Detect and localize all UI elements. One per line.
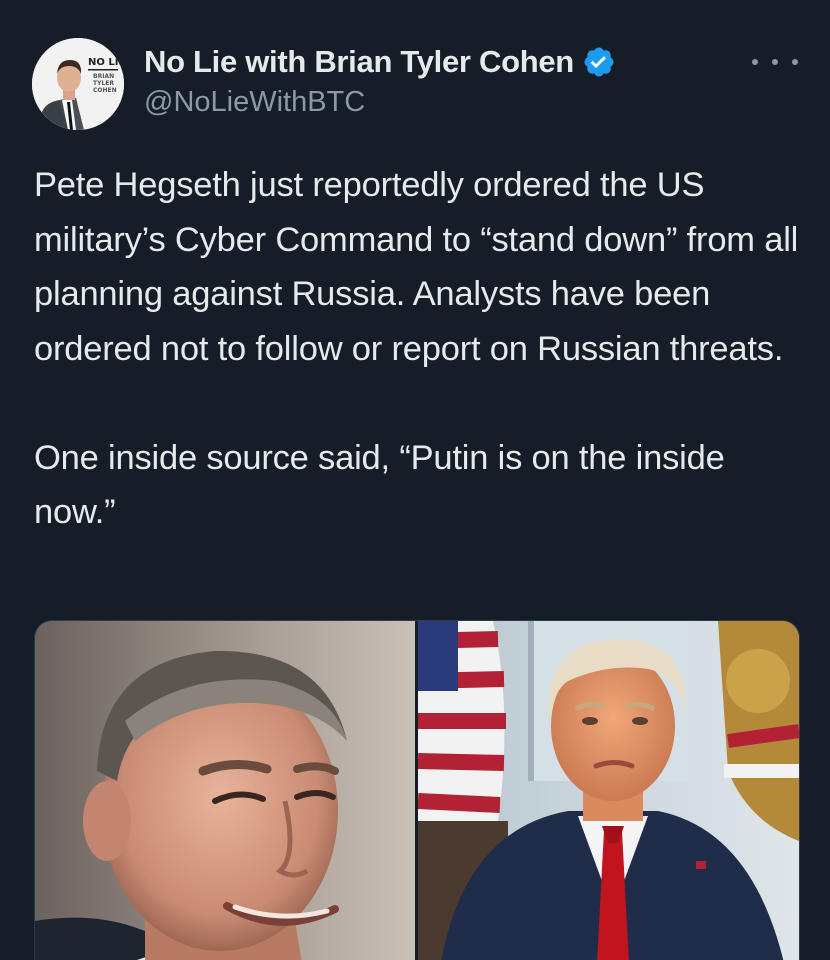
author-display-name[interactable]: No Lie with Brian Tyler Cohen	[144, 44, 574, 80]
tweet-paragraph: Pete Hegseth just reportedly ordered the…	[34, 166, 799, 368]
author-handle[interactable]: @NoLieWithBTC	[144, 86, 365, 119]
right-photo[interactable]	[418, 621, 799, 960]
more-dot	[752, 59, 758, 65]
left-photo[interactable]	[35, 621, 415, 960]
avatar-badge-line2: BRIAN	[93, 73, 114, 80]
author-name-row: No Lie with Brian Tyler Cohen	[144, 40, 616, 84]
avatar-image: NO LIE BRIAN TYLER COHEN	[32, 38, 124, 130]
avatar-badge-line3: TYLER	[93, 80, 114, 87]
verified-badge-icon[interactable]	[582, 45, 616, 79]
avatar-badge-line4: COHEN	[93, 87, 117, 94]
tweet-paragraph: One inside source said, “Putin is on the…	[34, 438, 725, 532]
tweet-text: Pete Hegseth just reportedly ordered the…	[34, 158, 814, 540]
tweet-media[interactable]	[34, 620, 800, 960]
more-options-icon[interactable]	[752, 50, 798, 74]
more-dot	[792, 59, 798, 65]
author-avatar[interactable]: NO LIE BRIAN TYLER COHEN	[32, 38, 124, 130]
more-dot	[772, 59, 778, 65]
avatar-badge-line1: NO LIE	[88, 57, 124, 68]
tweet-card: NO LIE BRIAN TYLER COHEN No Lie with Bri…	[0, 0, 830, 960]
